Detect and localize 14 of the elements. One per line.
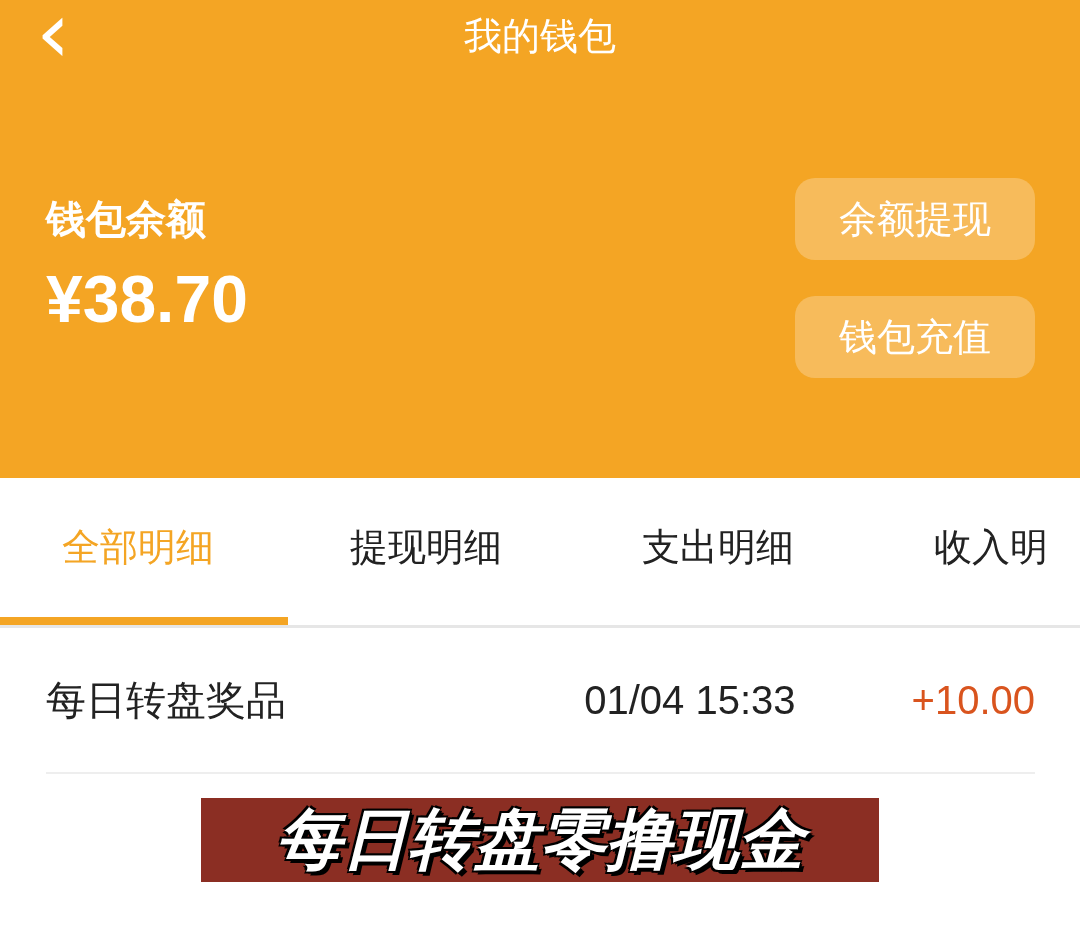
filter-tab[interactable]: 支出明细 [580,478,872,625]
balance-label: 钱包余额 [46,195,207,244]
filter-tab[interactable]: 全部明细 [0,478,288,625]
filter-tab[interactable]: 收入明 [872,478,1080,625]
balance-amount: ¥38.70 [46,261,248,337]
page-title: 我的钱包 [464,12,616,60]
caption-banner: 每日转盘零撸现金 [201,798,879,882]
transaction-title: 每日转盘奖品 [46,675,287,725]
back-button[interactable]: ‹ [36,0,71,64]
transaction-amount: +10.00 [911,677,1035,723]
wallet-action-button[interactable]: 余额提现 [795,178,1035,260]
filter-tab[interactable]: 提现明细 [288,478,580,625]
transaction-time: 01/04 15:33 [584,677,796,723]
wallet-action-button[interactable]: 钱包充值 [795,296,1035,378]
